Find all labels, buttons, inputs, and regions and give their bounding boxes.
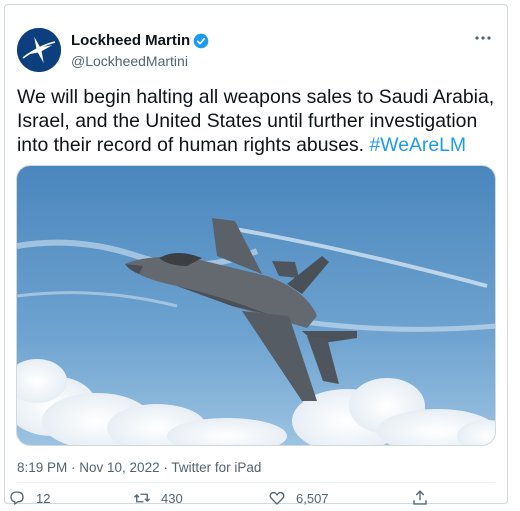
tweet-timestamp[interactable]: 8:19 PM · Nov 10, 2022 · Twitter for iPa…: [17, 459, 261, 477]
like-count: 6,507: [296, 490, 329, 506]
author-name-row: Lockheed Martin: [71, 32, 209, 50]
retweet-button[interactable]: 430: [133, 489, 183, 507]
share-icon: [413, 490, 427, 505]
hashtag-link[interactable]: #WeAreLM: [369, 134, 466, 156]
more-horizontal-icon: [475, 36, 491, 40]
retweet-icon: [134, 493, 150, 503]
author-handle[interactable]: @LockheedMartini: [71, 52, 188, 70]
tweet-text: We will begin halting all weapons sales …: [17, 85, 502, 157]
like-button[interactable]: 6,507: [268, 489, 329, 507]
tweet-card: Lockheed Martin @LockheedMartini We will…: [4, 4, 508, 507]
reply-icon: [10, 491, 24, 505]
reply-count: 12: [36, 490, 51, 506]
lockheed-star-logo-icon: [17, 28, 61, 72]
verified-badge-icon: [193, 33, 209, 49]
avatar[interactable]: [17, 28, 61, 72]
display-name[interactable]: Lockheed Martin: [71, 32, 190, 50]
retweet-count: 430: [161, 490, 183, 506]
reply-button[interactable]: 12: [8, 489, 50, 507]
heart-icon: [269, 491, 285, 505]
divider: [17, 482, 495, 483]
more-options-button[interactable]: [469, 27, 497, 49]
share-button[interactable]: [411, 489, 429, 507]
tweet-media-image[interactable]: [16, 165, 496, 446]
fighter-jet-photo: [17, 166, 495, 445]
